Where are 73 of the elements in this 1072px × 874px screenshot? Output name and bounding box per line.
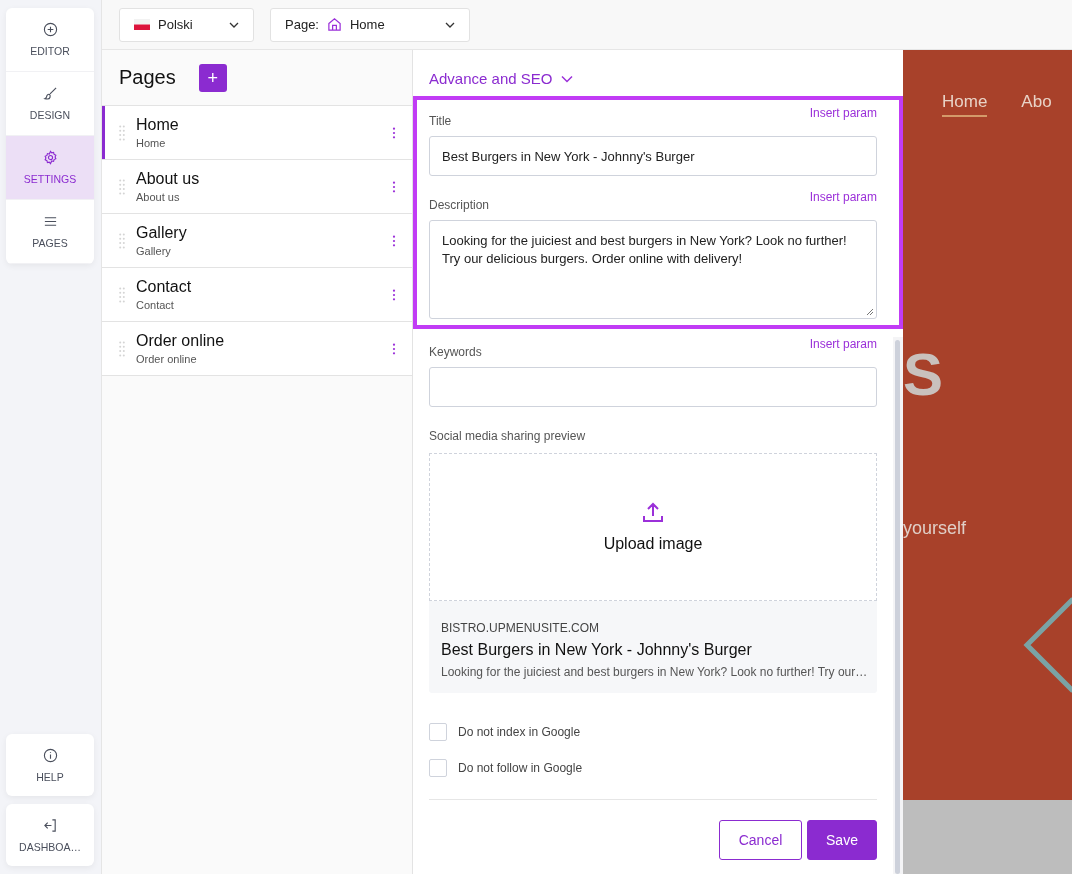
drag-handle-icon [119, 124, 125, 141]
flag-icon [134, 19, 150, 30]
more-icon[interactable] [392, 234, 396, 247]
checkbox-label: Do not index in Google [458, 725, 581, 739]
resize-grip-icon[interactable] [866, 308, 874, 316]
nav-item[interactable]: SETTINGS [6, 136, 94, 200]
field-label: Description [429, 198, 490, 212]
page-item[interactable]: Gallery Gallery [102, 214, 412, 268]
settings-icon [42, 150, 58, 165]
add-page-button[interactable]: + [198, 63, 227, 92]
page-item[interactable]: Home Home [102, 106, 412, 160]
cancel-button[interactable]: Cancel [719, 820, 802, 860]
site-heading: S [903, 340, 944, 409]
site-tagline: yourself [903, 518, 967, 539]
page-name: Home [136, 116, 180, 134]
preview-title: Best Burgers in New York - Johnny's Burger [441, 641, 753, 659]
drag-handle-icon [119, 232, 125, 249]
more-icon[interactable] [392, 288, 396, 301]
field-label: Title [429, 114, 452, 128]
home-icon [327, 17, 342, 32]
page-name: About us [136, 170, 201, 188]
page-slug: Contact [136, 299, 175, 311]
chevron-icon [561, 74, 574, 83]
nav-item[interactable]: DASHBOA… [6, 804, 94, 866]
page-slug: Order online [136, 353, 198, 365]
more-icon[interactable] [392, 342, 396, 355]
page-dropdown[interactable]: Page: Home [270, 7, 470, 42]
upload-icon [641, 501, 665, 525]
panel-title: Pages [119, 66, 176, 89]
drag-handle-icon [119, 286, 125, 303]
checkbox[interactable] [429, 759, 447, 777]
checkbox-label: Do not follow in Google [458, 761, 583, 775]
input-field[interactable] [429, 367, 877, 407]
drag-handle-icon [119, 178, 125, 195]
exit-icon [42, 817, 58, 833]
page-name: Contact [136, 278, 193, 296]
preview-description: Looking for the juiciest and best burgers in New York? Look no further! Try our… [441, 665, 865, 679]
text-area[interactable]: Looking for the juiciest and best burgers in New York? Look no further! Try our delicious burgers. Order online with delivery! [429, 220, 877, 319]
page-name: Gallery [136, 224, 188, 242]
insert-param-link[interactable]: Insert param [809, 106, 877, 120]
more-icon[interactable] [392, 126, 396, 139]
upload-label: Upload image [603, 535, 703, 553]
page-slug: About us [136, 191, 181, 203]
more-icon[interactable] [392, 180, 396, 193]
save-button[interactable]: Save [807, 820, 877, 860]
page-item[interactable]: Contact Contact [102, 268, 412, 322]
section-toggle[interactable]: Advance and SEO [413, 50, 574, 96]
site-nav-link[interactable]: Home [942, 92, 988, 117]
page-item[interactable]: About us About us [102, 160, 412, 214]
chevron-down-icon [229, 21, 239, 28]
brush-icon [42, 86, 58, 101]
nav-item[interactable]: PAGES [6, 200, 94, 264]
menu-icon [42, 214, 58, 229]
page-slug: Gallery [136, 245, 172, 257]
checkbox[interactable] [429, 723, 447, 741]
page-item[interactable]: Order online Order online [102, 322, 412, 376]
nav-item[interactable]: EDITOR [6, 8, 94, 72]
info-icon [42, 747, 58, 763]
drag-handle-icon [119, 340, 125, 357]
scrollbar-thumb[interactable] [895, 340, 900, 874]
insert-param-link[interactable]: Insert param [809, 337, 877, 351]
insert-param-link[interactable]: Insert param [809, 190, 877, 204]
input-field[interactable]: Best Burgers in New York - Johnny's Burger [429, 136, 877, 176]
chevron-down-icon [445, 21, 455, 28]
field-label: Keywords [429, 345, 482, 359]
page-slug: Home [136, 137, 167, 149]
language-dropdown[interactable]: Polski [119, 7, 254, 42]
plus-circle-icon [42, 22, 58, 37]
field-label: Social media sharing preview [429, 429, 587, 443]
page-name: Order online [136, 332, 226, 350]
site-nav-link[interactable]: Abo [1021, 92, 1052, 117]
nav-item[interactable]: HELP [6, 734, 94, 796]
preview-domain: BISTRO.UPMENUSITE.COM [441, 621, 600, 635]
